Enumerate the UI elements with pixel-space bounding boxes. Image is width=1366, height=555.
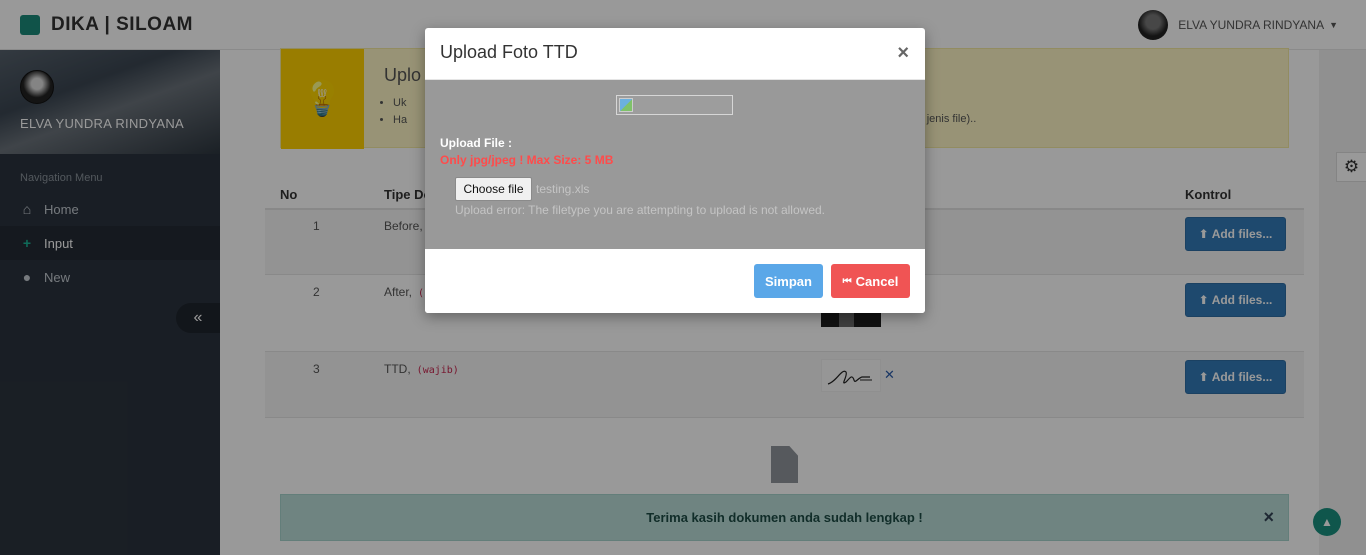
modal-title: Upload Foto TTD [440, 42, 578, 62]
modal-header: Upload Foto TTD × [425, 28, 925, 80]
cancel-button[interactable]: ⏮ Cancel [831, 264, 910, 298]
upload-error-message: Upload error: The filetype you are attem… [455, 203, 825, 217]
save-button[interactable]: Simpan [754, 264, 823, 298]
upload-hint: Only jpg/jpeg ! Max Size: 5 MB [440, 153, 614, 167]
upload-file-label: Upload File : [440, 136, 512, 150]
upload-modal: Upload Foto TTD × Upload File : Only jpg… [425, 28, 925, 313]
close-icon[interactable]: × [897, 42, 909, 65]
modal-footer: Simpan ⏮ Cancel [425, 249, 925, 313]
signature-preview-image [616, 95, 733, 115]
backward-icon: ⏮ [842, 275, 852, 287]
modal-body: Upload File : Only jpg/jpeg ! Max Size: … [425, 80, 925, 249]
selected-file-name: testing.xls [536, 182, 590, 196]
choose-file-button[interactable]: Choose file [455, 177, 532, 201]
cancel-label: Cancel [855, 273, 899, 289]
